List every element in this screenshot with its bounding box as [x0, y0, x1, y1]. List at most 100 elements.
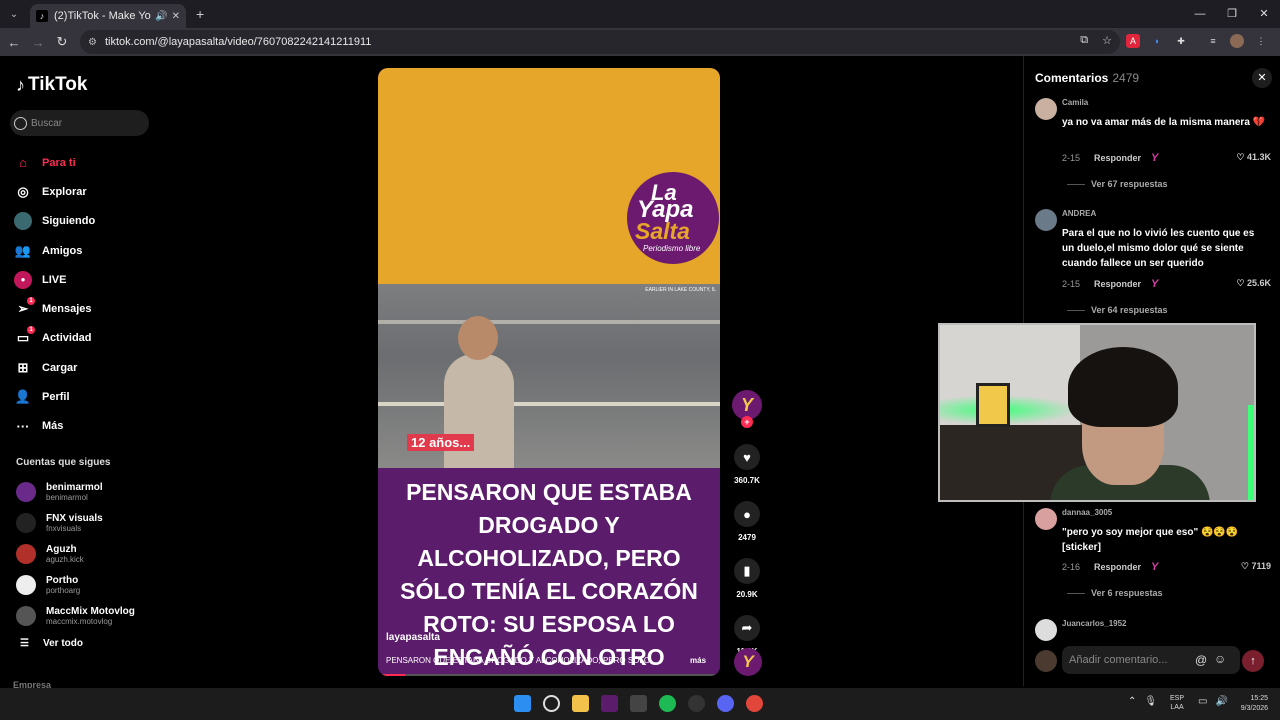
nav-item-cargar[interactable]: ⊞ Cargar: [14, 353, 154, 382]
like-button[interactable]: ♥ 360.7K: [732, 444, 762, 485]
comment-user[interactable]: ANDREA: [1062, 209, 1096, 218]
extension-abp-icon[interactable]: A: [1126, 34, 1140, 48]
chrome-icon[interactable]: [746, 695, 763, 712]
microphone-icon[interactable]: 🎙: [1144, 696, 1157, 707]
following-item[interactable]: benimarmol benimarmol: [16, 476, 135, 507]
comment-date: 2-15: [1062, 279, 1081, 289]
minimize-icon[interactable]: —: [1184, 0, 1216, 28]
send-icon[interactable]: ↑: [1242, 650, 1264, 672]
tiktok-note-icon: ♪: [16, 74, 25, 95]
reply-button[interactable]: Responder: [1094, 153, 1141, 163]
address-bar[interactable]: ⚙ tiktok.com/@layapasalta/video/76070822…: [80, 30, 1120, 54]
install-app-icon[interactable]: ⧉: [1080, 34, 1088, 47]
view-replies-button[interactable]: Ver 64 respuestas: [1067, 305, 1168, 315]
following-name: Aguzh: [46, 543, 77, 555]
following-item[interactable]: Portho porthoarg: [16, 569, 135, 600]
reading-list-icon[interactable]: ≡: [1206, 34, 1220, 48]
close-tab-icon[interactable]: ✕: [172, 11, 180, 22]
my-avatar: [1035, 650, 1057, 672]
comment-meta: 2-16 Responder Y: [1062, 561, 1163, 573]
upload-icon: ⊞: [17, 359, 29, 375]
comment-user[interactable]: dannaa_3005: [1062, 508, 1112, 517]
nav-item-mensajes[interactable]: ➢ 1 Mensajes: [14, 294, 154, 323]
video-progress-fill: [378, 674, 406, 676]
emoji-icon[interactable]: ☺: [1214, 652, 1226, 666]
avatar[interactable]: [1035, 98, 1057, 120]
nav-label: Explorar: [42, 185, 87, 198]
nav-item-actividad[interactable]: ▭ 1 Actividad: [14, 324, 154, 353]
app-icon[interactable]: [688, 695, 705, 712]
nav-item-para-ti[interactable]: ⌂ Para ti: [14, 148, 154, 177]
chevron-up-icon[interactable]: ⌃: [1128, 696, 1136, 707]
reply-button[interactable]: Responder: [1094, 562, 1141, 572]
profile-avatar-icon[interactable]: [1230, 34, 1244, 48]
site-info-icon[interactable]: ⚙: [88, 37, 97, 48]
back-icon[interactable]: ←: [2, 35, 26, 50]
follow-plus-icon[interactable]: +: [741, 416, 753, 428]
nav-item-explorar[interactable]: ◎ Explorar: [14, 177, 154, 206]
extension-audio-icon[interactable]: ◗: [1150, 34, 1164, 48]
music-disc-icon[interactable]: Y: [734, 648, 762, 676]
nav-item-perfil[interactable]: 👤 Perfil: [14, 382, 154, 411]
nav-item-siguiendo[interactable]: Siguiendo: [14, 207, 154, 236]
la-yapa-salta-logo: La Yapa Salta Periodismo libre: [627, 172, 719, 264]
video-progress-bar[interactable]: [378, 674, 720, 676]
nav-item-live[interactable]: ● LIVE: [14, 265, 154, 294]
extensions-puzzle-icon[interactable]: ✚: [1174, 34, 1188, 48]
network-icon[interactable]: ▭: [1198, 696, 1207, 707]
following-item[interactable]: MaccMix Motovlog maccmix.motovlog: [16, 600, 135, 631]
forward-icon[interactable]: →: [26, 35, 50, 50]
video-more-link[interactable]: más: [690, 656, 706, 665]
comment-user[interactable]: Camila: [1062, 98, 1088, 107]
list-icon: ☰: [20, 638, 29, 649]
speaker-icon[interactable]: 🔊: [155, 11, 167, 22]
browser-tab[interactable]: ♪ (2)TikTok - Make Your Day 🔊 ✕: [30, 4, 186, 28]
search-icon[interactable]: [543, 695, 560, 712]
reply-button[interactable]: Responder: [1094, 279, 1141, 289]
app-icon[interactable]: [601, 695, 618, 712]
language-indicator[interactable]: ESP LAA: [1170, 694, 1184, 712]
file-explorer-icon[interactable]: [572, 695, 589, 712]
video-top-banner: La Yapa Salta Periodismo libre: [378, 68, 720, 284]
view-replies-button[interactable]: Ver 67 respuestas: [1067, 179, 1168, 189]
following-item[interactable]: FNX visuals fnxvisuals: [16, 507, 135, 538]
avatar[interactable]: [1035, 209, 1057, 231]
comment-likes[interactable]: ♡ 7119: [1241, 561, 1271, 572]
clock[interactable]: 15:25 9/3/2026: [1232, 694, 1268, 714]
discord-icon[interactable]: [717, 695, 734, 712]
friends-icon: 👥: [14, 242, 32, 258]
app-icon[interactable]: [630, 695, 647, 712]
bookmark-star-icon[interactable]: ☆: [1102, 34, 1112, 47]
comment-user[interactable]: Juancarlos_1952: [1062, 619, 1127, 628]
reload-icon[interactable]: ↻: [50, 34, 74, 50]
video-player[interactable]: La Yapa Salta Periodismo libre EARLIER I…: [378, 68, 720, 676]
comment-likes[interactable]: ♡ 41.3K: [1236, 152, 1271, 163]
nav-label: Actividad: [42, 332, 92, 345]
mention-icon[interactable]: @: [1195, 653, 1207, 667]
comment-likes[interactable]: ♡ 25.6K: [1236, 278, 1271, 289]
close-comments-icon[interactable]: ✕: [1252, 68, 1272, 88]
spotify-icon[interactable]: [659, 695, 676, 712]
browser-menu-icon[interactable]: ⋮: [1254, 34, 1268, 48]
following-item[interactable]: Aguzh aguzh.kick: [16, 538, 135, 569]
creator-avatar[interactable]: Y +: [732, 390, 762, 428]
search-input[interactable]: Buscar: [10, 110, 149, 136]
comment-button[interactable]: ● 2479: [732, 501, 762, 542]
start-icon[interactable]: [514, 695, 531, 712]
video-username[interactable]: layapasalta: [386, 632, 440, 643]
tiktok-logo[interactable]: ♪ TikTok: [16, 74, 87, 96]
tab-search-icon[interactable]: ⌄: [6, 6, 22, 22]
save-button[interactable]: ▮ 20.9K: [732, 558, 762, 599]
see-all-button[interactable]: ☰ Ver todo: [20, 638, 83, 649]
nav-item-mas[interactable]: ··· Más: [14, 412, 154, 441]
restore-icon[interactable]: ❐: [1216, 0, 1248, 28]
comment-composer: Añadir comentario... @ ☺ ↑: [1035, 646, 1271, 676]
new-tab-icon[interactable]: +: [196, 6, 204, 22]
avatar[interactable]: [1035, 508, 1057, 530]
nav-item-amigos[interactable]: 👥 Amigos: [14, 236, 154, 265]
volume-icon[interactable]: 🔊: [1215, 696, 1227, 707]
avatar[interactable]: [1035, 619, 1057, 641]
close-window-icon[interactable]: ✕: [1248, 0, 1280, 28]
like-count: 360.7K: [734, 476, 760, 485]
view-replies-button[interactable]: Ver 6 respuestas: [1067, 588, 1163, 598]
